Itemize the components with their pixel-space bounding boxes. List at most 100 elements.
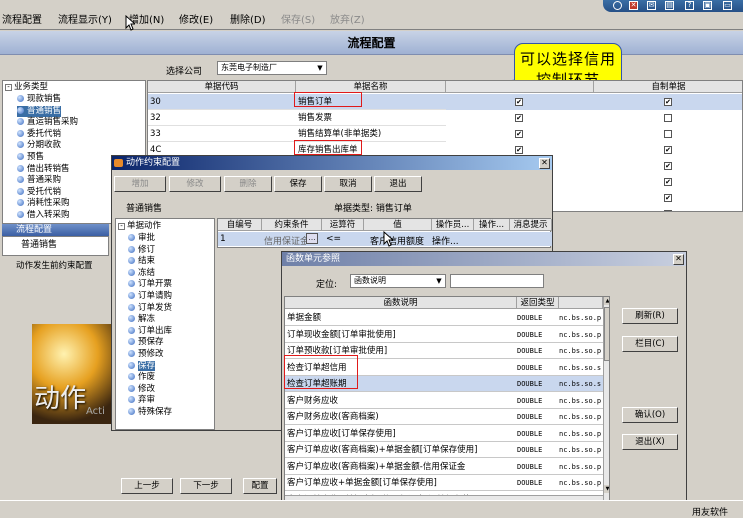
toolbar-button[interactable]: 修改 bbox=[169, 176, 221, 192]
tree-item[interactable]: 委托代销 bbox=[17, 129, 61, 140]
exit-icon[interactable]: ▭ bbox=[723, 1, 732, 10]
table-row[interactable]: 32 销售发票 ✔ bbox=[148, 110, 742, 126]
tree-item[interactable]: 借出转销售 bbox=[17, 164, 70, 175]
action-tree-item[interactable]: 预保存 bbox=[128, 337, 164, 349]
col-header-desc[interactable]: 函数说明 bbox=[285, 297, 517, 309]
minimize-icon[interactable] bbox=[613, 1, 622, 10]
grid-col-header[interactable]: 消息提示 bbox=[510, 219, 552, 231]
function-dialog-button[interactable]: 退出(X) bbox=[622, 434, 678, 450]
action-tree-item[interactable]: 解冻 bbox=[128, 314, 155, 326]
lookup-icon[interactable]: … bbox=[306, 233, 318, 244]
self-made-checkbox[interactable]: ✔ bbox=[664, 146, 672, 154]
flag-checkbox[interactable]: ✔ bbox=[515, 98, 523, 106]
wizard-button[interactable]: 上一步 bbox=[121, 478, 173, 494]
table-row[interactable]: 30 销售订单 ✔ ✔ bbox=[148, 94, 742, 110]
action-tree-item[interactable]: 订单出库 bbox=[128, 326, 172, 338]
toolbar-button[interactable]: 取消 bbox=[324, 176, 372, 192]
action-tree-item[interactable]: 保存 bbox=[128, 360, 156, 373]
table-row[interactable]: 33 销售结算单(非单据类) ✔ bbox=[148, 126, 742, 142]
self-made-checkbox[interactable]: ✔ bbox=[664, 210, 672, 211]
collapse-icon[interactable]: - bbox=[5, 84, 12, 91]
action-tree-item[interactable]: 审批 bbox=[128, 233, 155, 245]
grid-col-header[interactable]: 值 bbox=[364, 219, 432, 231]
close-icon[interactable]: ✕ bbox=[673, 254, 684, 265]
toolbar-button[interactable]: 删除 bbox=[224, 176, 272, 192]
tree-item[interactable]: 借入转采购 bbox=[17, 210, 70, 221]
function-row[interactable]: 客户订单应收(客商档案)+单据金额[订单保存使用] DOUBLE nc.bs.so.… bbox=[285, 442, 603, 458]
menu-flow-config[interactable]: 流程配置 bbox=[2, 11, 42, 26]
col-header-type[interactable]: 返回类型 bbox=[517, 297, 559, 309]
toolbar-button[interactable]: 保存 bbox=[274, 176, 322, 192]
function-dialog-button[interactable]: 确认(O) bbox=[622, 407, 678, 423]
action-tree-item[interactable]: 冻结 bbox=[128, 268, 155, 280]
function-row[interactable]: 订单现收金额[订单审批使用] DOUBLE nc.bs.so.p bbox=[285, 327, 603, 343]
mail-icon[interactable]: ✉ bbox=[647, 1, 656, 10]
self-made-checkbox[interactable] bbox=[664, 130, 672, 138]
function-row[interactable]: 客户财务应收 DOUBLE nc.bs.so.p bbox=[285, 393, 603, 409]
action-tree-item[interactable]: 修改 bbox=[128, 384, 155, 396]
col-header-code[interactable]: 单据代码 bbox=[148, 81, 296, 93]
function-dialog-button[interactable]: 刷新(R) bbox=[622, 308, 678, 324]
action-tree-item[interactable]: 特殊保存 bbox=[128, 407, 172, 419]
menu-delete[interactable]: 删除(D) bbox=[230, 11, 266, 26]
flag-checkbox[interactable]: ✔ bbox=[515, 146, 523, 154]
menu-flow-display[interactable]: 流程显示(Y) bbox=[58, 11, 112, 26]
action-tree-item[interactable]: 订单请购 bbox=[128, 291, 172, 303]
col-header-flag[interactable] bbox=[446, 81, 594, 93]
action-tree-item[interactable]: 弃审 bbox=[128, 395, 155, 407]
collapse-icon[interactable]: - bbox=[118, 223, 125, 230]
function-row[interactable]: 客户订单应收(客商档案)+单据金额-信用保证金 DOUBLE nc.bs.so.p bbox=[285, 459, 603, 475]
flow-config-item[interactable]: 普通销售 bbox=[2, 236, 109, 256]
self-made-checkbox[interactable]: ✔ bbox=[664, 162, 672, 170]
wizard-button[interactable]: 配置 bbox=[243, 478, 277, 494]
wizard-button[interactable]: 下一步 bbox=[180, 478, 232, 494]
menu-save[interactable]: 保存(S) bbox=[281, 11, 315, 26]
function-row[interactable]: 客户订单应收[订单保存使用] DOUBLE nc.bs.so.p bbox=[285, 426, 603, 442]
action-tree-item[interactable]: 修订 bbox=[128, 245, 155, 257]
toolbar-button[interactable]: 增加 bbox=[114, 176, 166, 192]
help-icon[interactable]: ? bbox=[685, 1, 694, 10]
function-row[interactable]: 客户订单应收+单据金额[订单保存使用] DOUBLE nc.bs.so.p bbox=[285, 475, 603, 491]
folder-icon[interactable]: ▤ bbox=[665, 1, 674, 10]
position-select[interactable]: 函数说明 ▼ bbox=[350, 274, 446, 288]
function-dialog-button[interactable]: 栏目(C) bbox=[622, 336, 678, 352]
self-made-checkbox[interactable]: ✔ bbox=[664, 98, 672, 106]
settings-icon[interactable]: ▣ bbox=[703, 1, 712, 10]
self-made-checkbox[interactable] bbox=[664, 114, 672, 122]
self-made-checkbox[interactable]: ✔ bbox=[664, 194, 672, 202]
grid-col-header[interactable]: 自编号 bbox=[218, 219, 262, 231]
action-tree-item[interactable]: 作废 bbox=[128, 372, 155, 384]
tree-item[interactable]: 消耗性采购 bbox=[17, 198, 70, 209]
grid-col-header[interactable]: 约束条件 bbox=[262, 219, 322, 231]
position-input[interactable] bbox=[450, 274, 544, 288]
grid-col-header[interactable]: 运算符 bbox=[322, 219, 364, 231]
flag-checkbox[interactable]: ✔ bbox=[515, 130, 523, 138]
flag-checkbox[interactable]: ✔ bbox=[515, 114, 523, 122]
function-row[interactable]: 单据金额 DOUBLE nc.bs.so.p bbox=[285, 310, 603, 326]
tree-root[interactable]: - 业务类型 bbox=[5, 82, 48, 93]
tree-item[interactable]: 直运销售采购 bbox=[17, 117, 78, 128]
tree-item[interactable]: 分期收款 bbox=[17, 140, 61, 151]
self-made-checkbox[interactable]: ✔ bbox=[664, 178, 672, 186]
close-icon[interactable]: ✕ bbox=[539, 158, 550, 169]
vertical-scrollbar[interactable]: ▲ ▼ bbox=[603, 297, 609, 501]
action-tree-item[interactable]: 预修改 bbox=[128, 349, 164, 361]
col-header-class[interactable] bbox=[559, 297, 603, 309]
close-icon[interactable]: ✕ bbox=[629, 1, 638, 10]
action-tree-root[interactable]: - 单据动作 bbox=[118, 221, 161, 233]
tree-item[interactable]: 普通销售 bbox=[17, 105, 62, 117]
grid-col-header[interactable]: 操作员... bbox=[432, 219, 474, 231]
function-row[interactable]: 客户财务应收(客商档案) DOUBLE nc.bs.so.p bbox=[285, 409, 603, 425]
grid-col-header[interactable]: 操作... bbox=[474, 219, 510, 231]
menu-modify[interactable]: 修改(E) bbox=[179, 11, 213, 26]
action-tree-item[interactable]: 订单开票 bbox=[128, 279, 172, 291]
tree-item[interactable]: 普通采购 bbox=[17, 175, 61, 186]
tree-item[interactable]: 现款销售 bbox=[17, 94, 61, 105]
menu-discard[interactable]: 放弃(Z) bbox=[330, 11, 365, 26]
toolbar-button[interactable]: 退出 bbox=[374, 176, 422, 192]
tree-item[interactable]: 受托代销 bbox=[17, 187, 61, 198]
tree-item[interactable]: 预售 bbox=[17, 152, 44, 163]
action-tree-item[interactable]: 结束 bbox=[128, 256, 155, 268]
action-tree-item[interactable]: 订单发货 bbox=[128, 303, 172, 315]
col-header-self[interactable]: 自制单据 bbox=[594, 81, 742, 93]
